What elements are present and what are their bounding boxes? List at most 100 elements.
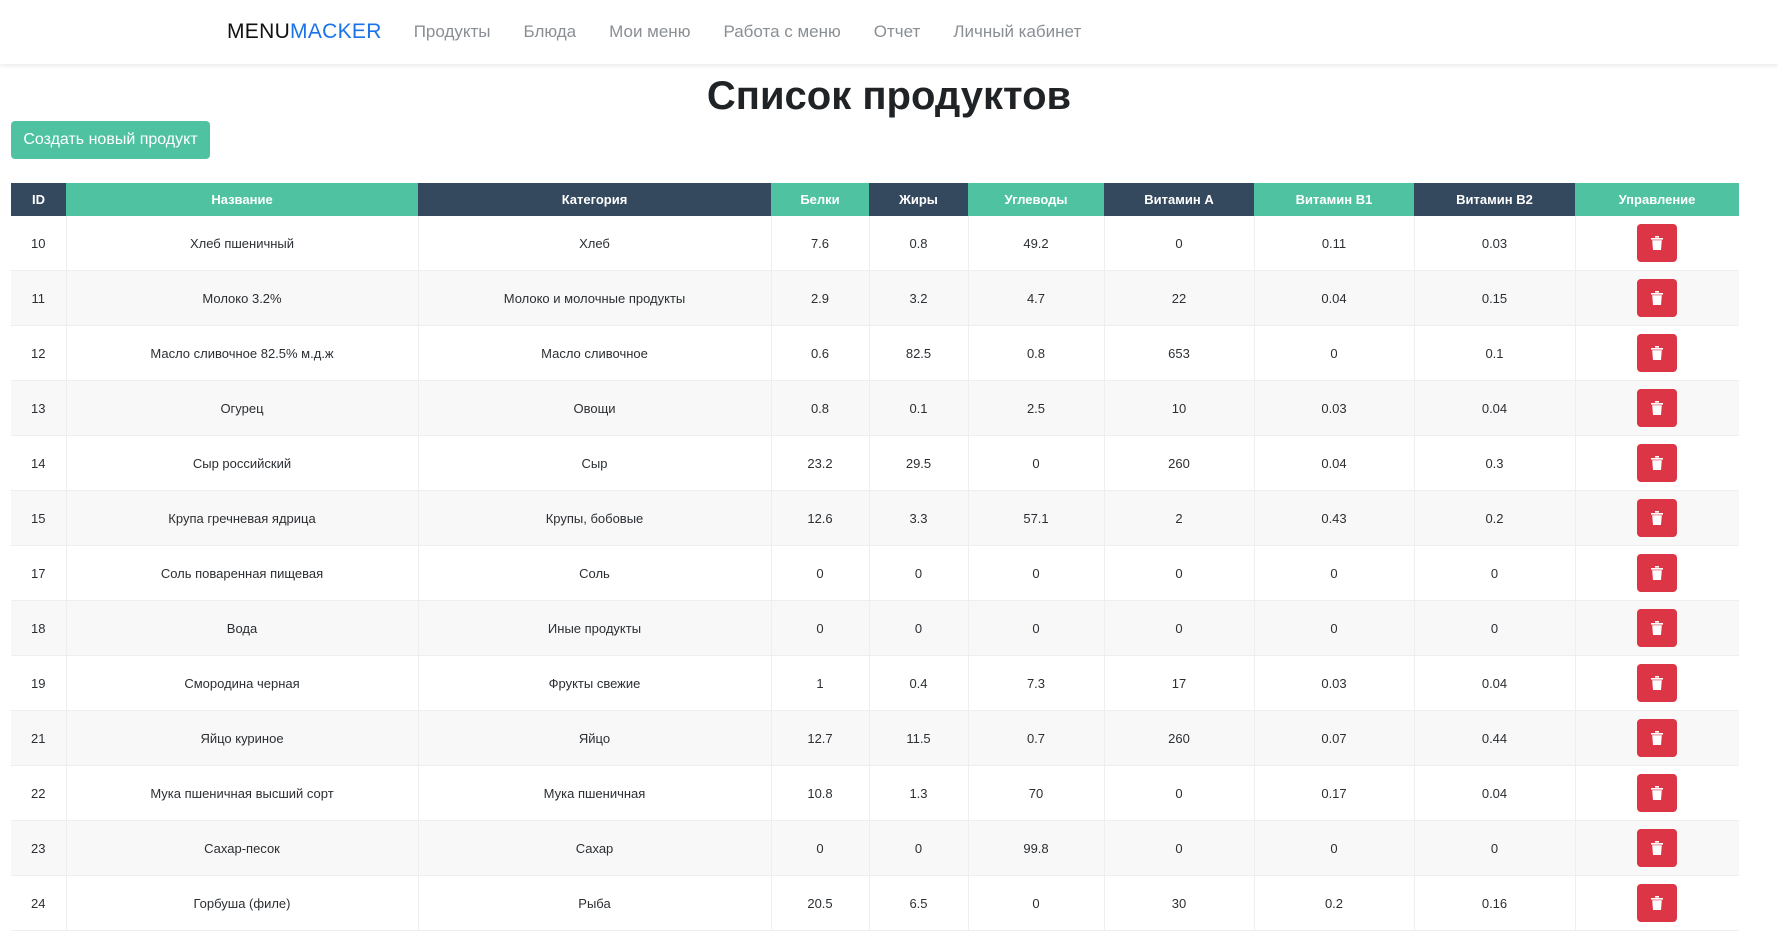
cell-protein: 0 bbox=[771, 600, 870, 656]
cell-vitamin-a: 260 bbox=[1104, 710, 1255, 766]
cell-carbs: 0 bbox=[968, 435, 1105, 491]
products-table-body: 10 Хлеб пшеничный Хлеб 7.6 0.8 49.2 0 0.11 0.03 1… bbox=[11, 216, 1739, 931]
delete-product-button[interactable] bbox=[1637, 499, 1678, 537]
nav-link-dishes[interactable]: Блюда bbox=[524, 22, 577, 42]
cell-fat: 29.5 bbox=[869, 435, 969, 491]
cell-carbs: 0 bbox=[968, 600, 1105, 656]
cell-carbs: 7.3 bbox=[968, 655, 1105, 711]
cell-carbs: 0.8 bbox=[968, 325, 1105, 381]
column-header-category[interactable]: Категория bbox=[418, 183, 771, 216]
table-row: 23 Сахар-песок Сахар 0 0 99.8 0 0 0 bbox=[11, 820, 1739, 876]
cell-vitamin-a: 0 bbox=[1104, 765, 1255, 821]
brand-part-menu: MENU bbox=[227, 20, 291, 43]
brand-logo[interactable]: MENU MACKER bbox=[227, 20, 382, 44]
cell-actions bbox=[1575, 876, 1739, 931]
cell-id: 10 bbox=[11, 216, 67, 271]
cell-fat: 3.2 bbox=[869, 270, 969, 326]
column-header-carbs[interactable]: Углеводы bbox=[968, 183, 1104, 216]
delete-product-button[interactable] bbox=[1637, 609, 1678, 647]
nav-link-account[interactable]: Личный кабинет bbox=[953, 22, 1081, 42]
cell-vitamin-b1: 0.04 bbox=[1254, 435, 1415, 491]
cell-fat: 82.5 bbox=[869, 325, 969, 381]
delete-product-button[interactable] bbox=[1637, 884, 1678, 922]
column-header-id[interactable]: ID bbox=[11, 183, 66, 216]
delete-product-button[interactable] bbox=[1637, 279, 1678, 317]
cell-carbs: 2.5 bbox=[968, 380, 1105, 436]
cell-protein: 0.6 bbox=[771, 325, 870, 381]
trash-icon bbox=[1651, 731, 1664, 745]
cell-vitamin-b2: 0.03 bbox=[1414, 216, 1576, 271]
trash-icon bbox=[1651, 566, 1664, 580]
delete-product-button[interactable] bbox=[1637, 829, 1678, 867]
cell-name: Вода bbox=[66, 600, 419, 656]
cell-category: Масло сливочное bbox=[418, 325, 772, 381]
delete-product-button[interactable] bbox=[1637, 774, 1678, 812]
cell-vitamin-b1: 0.07 bbox=[1254, 710, 1415, 766]
cell-name: Сыр российский bbox=[66, 435, 419, 491]
cell-vitamin-a: 30 bbox=[1104, 875, 1255, 931]
table-row: 21 Яйцо куриное Яйцо 12.7 11.5 0.7 260 0.07 0.44 bbox=[11, 710, 1739, 766]
cell-category: Яйцо bbox=[418, 710, 772, 766]
trash-icon bbox=[1651, 896, 1664, 910]
cell-category: Соль bbox=[418, 545, 772, 601]
trash-icon bbox=[1651, 786, 1664, 800]
trash-icon bbox=[1651, 236, 1664, 250]
cell-name: Соль поваренная пищевая bbox=[66, 545, 419, 601]
cell-actions bbox=[1575, 381, 1739, 436]
column-header-protein[interactable]: Белки bbox=[771, 183, 869, 216]
cell-id: 12 bbox=[11, 325, 67, 381]
cell-vitamin-a: 17 bbox=[1104, 655, 1255, 711]
cell-protein: 20.5 bbox=[771, 875, 870, 931]
cell-vitamin-b1: 0.43 bbox=[1254, 490, 1415, 546]
delete-product-button[interactable] bbox=[1637, 444, 1678, 482]
column-header-vitamin-a[interactable]: Витамин A bbox=[1104, 183, 1254, 216]
cell-fat: 3.3 bbox=[869, 490, 969, 546]
nav-link-report[interactable]: Отчет bbox=[874, 22, 921, 42]
nav-link-products[interactable]: Продукты bbox=[414, 22, 491, 42]
cell-vitamin-a: 0 bbox=[1104, 600, 1255, 656]
cell-vitamin-a: 0 bbox=[1104, 216, 1255, 271]
delete-product-button[interactable] bbox=[1637, 719, 1678, 757]
cell-carbs: 0 bbox=[968, 875, 1105, 931]
cell-actions bbox=[1575, 546, 1739, 601]
cell-protein: 10.8 bbox=[771, 765, 870, 821]
cell-vitamin-b1: 0 bbox=[1254, 325, 1415, 381]
cell-fat: 0.8 bbox=[869, 216, 969, 271]
cell-name: Смородина черная bbox=[66, 655, 419, 711]
cell-vitamin-b1: 0 bbox=[1254, 545, 1415, 601]
cell-fat: 0 bbox=[869, 545, 969, 601]
delete-product-button[interactable] bbox=[1637, 389, 1678, 427]
trash-icon bbox=[1651, 456, 1664, 470]
cell-vitamin-b2: 0.1 bbox=[1414, 325, 1576, 381]
column-header-vitamin-b2[interactable]: Витамин B2 bbox=[1414, 183, 1575, 216]
cell-vitamin-b2: 0.15 bbox=[1414, 270, 1576, 326]
table-row: 13 Огурец Овощи 0.8 0.1 2.5 10 0.03 0.04 bbox=[11, 380, 1739, 436]
cell-protein: 0 bbox=[771, 545, 870, 601]
cell-carbs: 0.7 bbox=[968, 710, 1105, 766]
cell-fat: 6.5 bbox=[869, 875, 969, 931]
delete-product-button[interactable] bbox=[1637, 224, 1678, 262]
create-product-button[interactable]: Создать новый продукт bbox=[11, 121, 210, 159]
nav-link-my-menus[interactable]: Мои меню bbox=[609, 22, 690, 42]
trash-icon bbox=[1651, 511, 1664, 525]
delete-product-button[interactable] bbox=[1637, 334, 1678, 372]
table-row: 15 Крупа гречневая ядрица Крупы, бобовые 12… bbox=[11, 490, 1739, 546]
cell-name: Крупа гречневая ядрица bbox=[66, 490, 419, 546]
cell-id: 21 bbox=[11, 710, 67, 766]
column-header-vitamin-b1[interactable]: Витамин B1 bbox=[1254, 183, 1414, 216]
cell-actions bbox=[1575, 216, 1739, 271]
delete-product-button[interactable] bbox=[1637, 664, 1678, 702]
nav-link-menu-work[interactable]: Работа с меню bbox=[723, 22, 840, 42]
cell-carbs: 49.2 bbox=[968, 216, 1105, 271]
cell-vitamin-b2: 0 bbox=[1414, 600, 1576, 656]
cell-actions bbox=[1575, 711, 1739, 766]
cell-actions bbox=[1575, 821, 1739, 876]
cell-name: Яйцо куриное bbox=[66, 710, 419, 766]
cell-vitamin-a: 0 bbox=[1104, 820, 1255, 876]
column-header-fat[interactable]: Жиры bbox=[869, 183, 968, 216]
delete-product-button[interactable] bbox=[1637, 554, 1678, 592]
navbar: MENU MACKER Продукты Блюда Мои меню Работ… bbox=[0, 0, 1778, 64]
cell-vitamin-a: 2 bbox=[1104, 490, 1255, 546]
column-header-name[interactable]: Название bbox=[66, 183, 418, 216]
cell-protein: 12.6 bbox=[771, 490, 870, 546]
